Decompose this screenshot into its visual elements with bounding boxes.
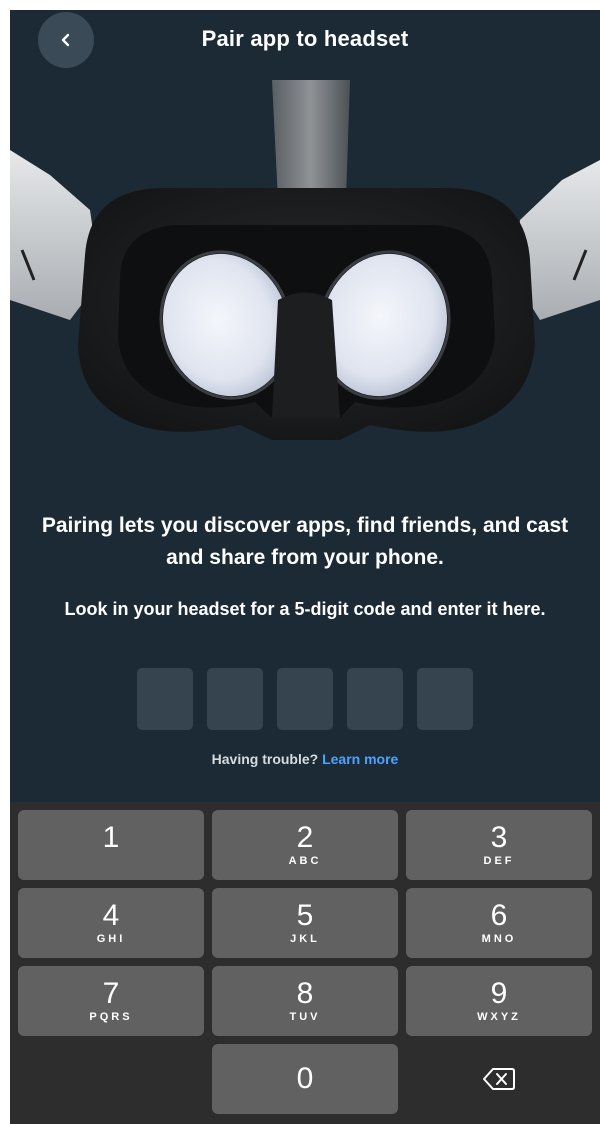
key-letters: DEF	[483, 854, 515, 867]
numeric-keypad: 1 2 ABC 3 DEF 4 GHI 5 JKL 6 MNO 7 PQRS 8…	[10, 802, 600, 1124]
key-letters: MNO	[481, 932, 517, 945]
pairing-description: Pairing lets you discover apps, find fri…	[41, 514, 569, 569]
code-digit-box[interactable]	[417, 668, 473, 730]
key-7[interactable]: 7 PQRS	[18, 966, 204, 1036]
backspace-key[interactable]	[406, 1044, 592, 1114]
code-digit-box[interactable]	[277, 668, 333, 730]
page-title: Pair app to headset	[201, 26, 409, 51]
key-2[interactable]: 2 ABC	[212, 810, 398, 880]
keypad-row: 0	[18, 1044, 592, 1114]
key-digit: 6	[490, 898, 508, 932]
code-instruction: Look in your headset for a 5-digit code …	[64, 599, 546, 619]
key-digit: 1	[102, 820, 120, 854]
keypad-row: 4 GHI 5 JKL 6 MNO	[18, 888, 592, 958]
keypad-row: 7 PQRS 8 TUV 9 WXYZ	[18, 966, 592, 1036]
key-letters: PQRS	[89, 1010, 133, 1023]
key-digit: 0	[296, 1062, 314, 1095]
trouble-text: Having trouble?	[211, 751, 319, 767]
key-digit: 9	[490, 976, 508, 1010]
key-digit: 5	[296, 898, 314, 932]
key-letters: ABC	[288, 854, 322, 867]
key-digit: 7	[102, 976, 120, 1010]
key-digit: 8	[296, 976, 314, 1010]
key-4[interactable]: 4 GHI	[18, 888, 204, 958]
code-digit-box[interactable]	[207, 668, 263, 730]
key-5[interactable]: 5 JKL	[212, 888, 398, 958]
key-1[interactable]: 1	[18, 810, 204, 880]
key-digit: 2	[296, 820, 314, 854]
key-3[interactable]: 3 DEF	[406, 810, 592, 880]
key-8[interactable]: 8 TUV	[212, 966, 398, 1036]
key-letters: WXYZ	[477, 1010, 521, 1023]
key-letters: TUV	[289, 1010, 321, 1023]
code-digit-box[interactable]	[137, 668, 193, 730]
help-line: Having trouble? Learn more	[10, 751, 600, 767]
key-letters: GHI	[96, 932, 126, 945]
headset-illustration	[10, 80, 600, 440]
key-digit: 3	[490, 820, 508, 854]
key-digit: 4	[102, 898, 120, 932]
code-digit-box[interactable]	[347, 668, 403, 730]
key-letters: JKL	[290, 932, 320, 945]
key-empty	[18, 1044, 204, 1114]
code-input-group[interactable]	[10, 668, 600, 730]
key-9[interactable]: 9 WXYZ	[406, 966, 592, 1036]
keypad-row: 1 2 ABC 3 DEF	[18, 810, 592, 880]
backspace-icon	[483, 1068, 515, 1090]
learn-more-link[interactable]: Learn more	[322, 751, 398, 767]
key-0[interactable]: 0	[212, 1044, 398, 1114]
pairing-screen: Pair app to headset Pairing lets you dis…	[10, 10, 600, 1124]
key-6[interactable]: 6 MNO	[406, 888, 592, 958]
